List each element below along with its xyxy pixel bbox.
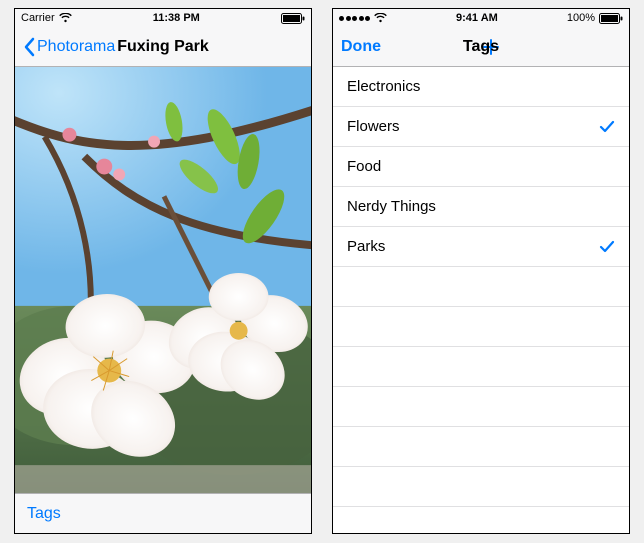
tag-row[interactable]: Electronics <box>333 67 629 107</box>
back-button[interactable]: Photorama <box>23 37 115 57</box>
toolbar: Tags <box>15 493 311 533</box>
phone-right: 9:41 AM 100% Done Tags Electronics Flower… <box>332 8 630 534</box>
phone-left: Carrier 11:38 PM Photorama Fuxing Park <box>14 8 312 534</box>
tag-label: Nerdy Things <box>347 198 436 215</box>
photo-image <box>15 67 311 493</box>
check-icon <box>599 240 615 254</box>
tag-row[interactable]: Parks <box>333 227 629 267</box>
wifi-icon <box>59 13 72 23</box>
status-time: 9:41 AM <box>387 12 567 24</box>
carrier-label: Carrier <box>21 12 55 24</box>
tag-row[interactable]: Food <box>333 147 629 187</box>
tag-row-empty <box>333 307 629 347</box>
status-bar: Carrier 11:38 PM <box>15 9 311 27</box>
add-button[interactable] <box>481 37 501 57</box>
status-bar: 9:41 AM 100% <box>333 9 629 27</box>
status-right: 100% <box>567 12 623 24</box>
status-left <box>339 13 387 23</box>
check-icon <box>599 120 615 134</box>
status-time: 11:38 PM <box>72 12 281 24</box>
nav-bar: Done Tags <box>333 27 629 67</box>
tag-label: Food <box>347 158 381 175</box>
battery-icon <box>281 13 305 24</box>
wifi-icon <box>374 13 387 23</box>
status-left: Carrier <box>21 12 72 24</box>
battery-pct-label: 100% <box>567 12 595 24</box>
signal-dots-icon <box>339 16 370 21</box>
tag-row-empty <box>333 427 629 467</box>
tags-list[interactable]: Electronics Flowers Food Nerdy Things Parks <box>333 67 629 533</box>
tag-row-empty <box>333 387 629 427</box>
tag-label: Electronics <box>347 78 420 95</box>
tag-row[interactable]: Nerdy Things <box>333 187 629 227</box>
tag-row[interactable]: Flowers <box>333 107 629 147</box>
nav-bar: Photorama Fuxing Park <box>15 27 311 67</box>
done-label: Done <box>341 38 381 56</box>
tags-button[interactable]: Tags <box>27 505 61 523</box>
tag-row-empty <box>333 467 629 507</box>
chevron-left-icon <box>23 37 35 57</box>
tag-row-empty <box>333 347 629 387</box>
battery-icon <box>599 13 623 24</box>
back-label: Photorama <box>37 38 115 56</box>
tag-label: Parks <box>347 238 385 255</box>
tag-row-empty <box>333 267 629 307</box>
tag-label: Flowers <box>347 118 400 135</box>
status-right <box>281 13 305 24</box>
done-button[interactable]: Done <box>341 38 421 56</box>
